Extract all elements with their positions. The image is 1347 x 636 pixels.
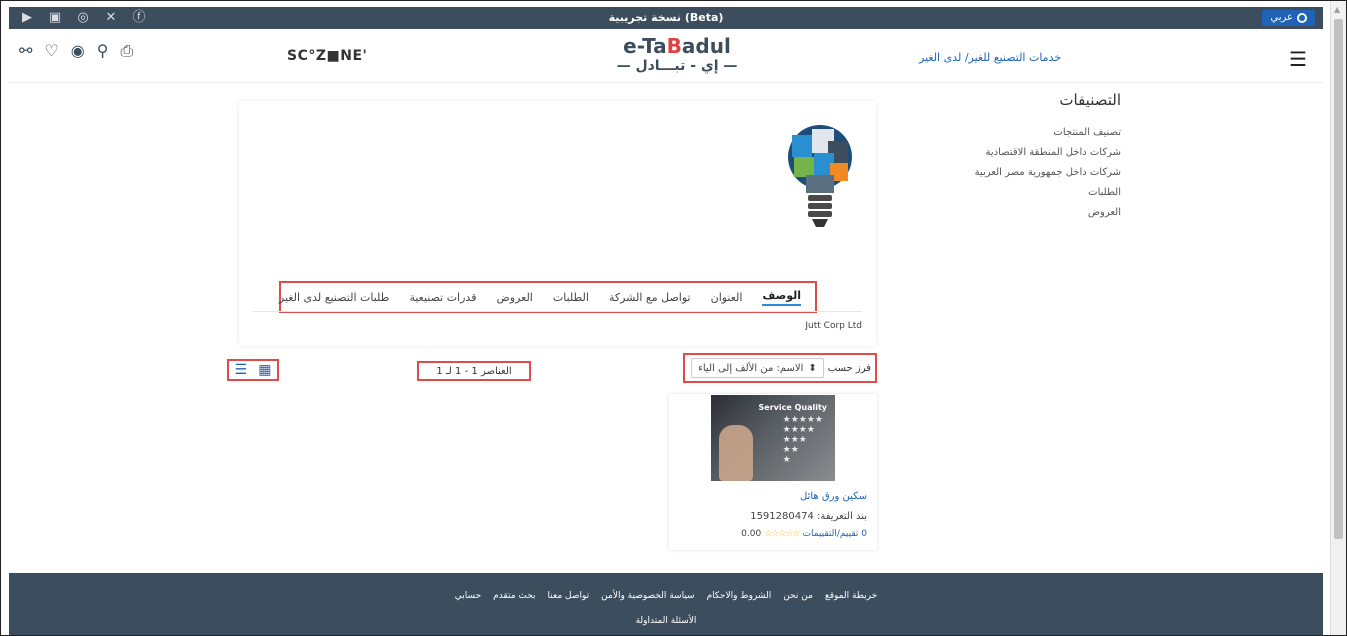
sort-value: الاسم: من الألف إلى الياء: [698, 362, 804, 374]
category-link[interactable]: شركات داخل المنطقة الاقتصادية: [881, 143, 1121, 163]
language-button[interactable]: عربي ●: [1262, 10, 1315, 26]
categories-title: التصنيفات: [1059, 91, 1121, 109]
scroll-thumb[interactable]: [1334, 19, 1343, 539]
company-name: Jutt Corp Ltd: [805, 321, 862, 331]
reviews-link[interactable]: 0 تقييم/التقييمات: [803, 529, 867, 539]
footer-links: خريطة الموقع من نحن الشروط والاحكام سياس…: [9, 591, 1323, 601]
items-count: العناصر 1 - 1 لـ 1: [417, 361, 531, 381]
categories-sidebar: التصنيفات تصنيف المنتجات شركات داخل المن…: [881, 91, 1121, 223]
category-link[interactable]: الطلبات: [881, 183, 1121, 203]
tab-description[interactable]: الوصف: [762, 289, 801, 306]
cart-icon[interactable]: ⎙: [120, 41, 133, 61]
footer-link-contact[interactable]: تواصل معنا: [548, 591, 590, 601]
service-breadcrumb-link[interactable]: خدمات التصنيع للغير/ لدى الغير: [919, 51, 1061, 64]
product-name-link[interactable]: سكين ورق هائل: [800, 491, 867, 502]
sort-label: فرز حسب: [827, 362, 871, 374]
rating-stars-icon: ☆☆☆☆☆: [764, 529, 800, 539]
globe-icon: ●: [1297, 13, 1307, 23]
divider: [253, 311, 862, 312]
sort-control: فرز حسب ⬍ الاسم: من الألف إلى الياء: [683, 353, 877, 383]
footer-link-sitemap[interactable]: خريطة الموقع: [825, 591, 877, 601]
tab-offers[interactable]: العروض: [496, 291, 532, 304]
logo-text-a: e-Ta: [623, 34, 667, 58]
compare-icon[interactable]: ⚯: [19, 41, 32, 61]
product-sku: بند التعريفة: 1591280474: [750, 511, 867, 522]
language-label: عربي: [1270, 12, 1293, 23]
logo-text-b: B: [666, 34, 682, 58]
stars-graphic: ★★★★★ ★★★★ ★★★ ★★ ★: [782, 415, 823, 465]
page-frame: ▶ ▣ ◎ ✕ ⓕ نسخة تجريبية (Beta) عربي ● ⚯ ♡…: [0, 0, 1347, 636]
sort-arrows-icon: ⬍: [808, 362, 817, 374]
footer-link-terms[interactable]: الشروط والاحكام: [707, 591, 772, 601]
footer-link-my-account[interactable]: حسابي: [455, 591, 481, 601]
category-link[interactable]: تصنيف المنتجات: [881, 123, 1121, 143]
tab-requests[interactable]: الطلبات: [553, 291, 589, 304]
site-header: ⚯ ♡ ◉ ⚲ ⎙ SC°Z■NE' e-TaBadul — إي - تبــ…: [9, 31, 1323, 83]
sort-select[interactable]: ⬍ الاسم: من الألف إلى الياء: [691, 358, 824, 378]
logo-arabic: — إي - تبـــادل —: [616, 58, 738, 74]
search-icon[interactable]: ⚲: [97, 41, 109, 61]
grid-view-icon[interactable]: ▦: [258, 362, 271, 378]
category-link[interactable]: العروض: [881, 203, 1121, 223]
company-tabs: الوصف العنوان تواصل مع الشركة الطلبات ال…: [279, 281, 817, 313]
footer-link-faq[interactable]: الأسئلة المتداولة: [9, 616, 1323, 626]
partner-logo[interactable]: SC°Z■NE': [287, 48, 367, 64]
product-card[interactable]: Service Quality ★★★★★ ★★★★ ★★★ ★★ ★ سكين ورق…: [669, 394, 877, 550]
header-icons: ⚯ ♡ ◉ ⚲ ⎙: [19, 41, 133, 61]
site-logo[interactable]: e-TaBadul — إي - تبـــادل —: [607, 35, 747, 75]
company-card: الوصف العنوان تواصل مع الشركة الطلبات ال…: [239, 101, 876, 346]
hamburger-menu-icon[interactable]: ☰: [1289, 47, 1307, 71]
rating-score: 0.00: [741, 529, 762, 539]
product-image[interactable]: Service Quality ★★★★★ ★★★★ ★★★ ★★ ★: [711, 395, 835, 481]
footer-link-about[interactable]: من نحن: [783, 591, 813, 601]
list-view-icon[interactable]: ☰: [235, 362, 248, 378]
scroll-up-icon[interactable]: ▲: [1334, 5, 1340, 14]
wishlist-icon[interactable]: ♡: [44, 41, 58, 61]
account-icon[interactable]: ◉: [71, 41, 85, 61]
tab-outsourcing-requests[interactable]: طلبات التصنيع لدى الغير: [279, 291, 390, 304]
lightbulb-logo: [788, 125, 852, 227]
footer-link-privacy[interactable]: سياسة الخصوصية والأمن: [601, 591, 694, 601]
vertical-scrollbar[interactable]: ▲: [1330, 1, 1346, 635]
footer-link-advanced-search[interactable]: بحث متقدم: [493, 591, 535, 601]
site-footer: خريطة الموقع من نحن الشروط والاحكام سياس…: [9, 573, 1323, 635]
tab-address[interactable]: العنوان: [711, 291, 743, 304]
product-rating: 0 تقييم/التقييمات ☆☆☆☆☆ 0.00: [741, 529, 867, 539]
hand-graphic: [719, 425, 753, 481]
tab-contact[interactable]: تواصل مع الشركة: [609, 291, 691, 304]
beta-banner: نسخة تجريبية (Beta): [608, 11, 724, 24]
tab-manufacturing-capabilities[interactable]: قدرات تصنيعية: [409, 291, 476, 304]
logo-text-c: adul: [681, 34, 731, 58]
view-mode-toggle: ☰ ▦: [227, 359, 279, 381]
image-caption: Service Quality: [758, 403, 827, 412]
top-bar: ▶ ▣ ◎ ✕ ⓕ نسخة تجريبية (Beta) عربي ●: [9, 7, 1323, 29]
category-link[interactable]: شركات داخل جمهورية مصر العربية: [881, 163, 1121, 183]
